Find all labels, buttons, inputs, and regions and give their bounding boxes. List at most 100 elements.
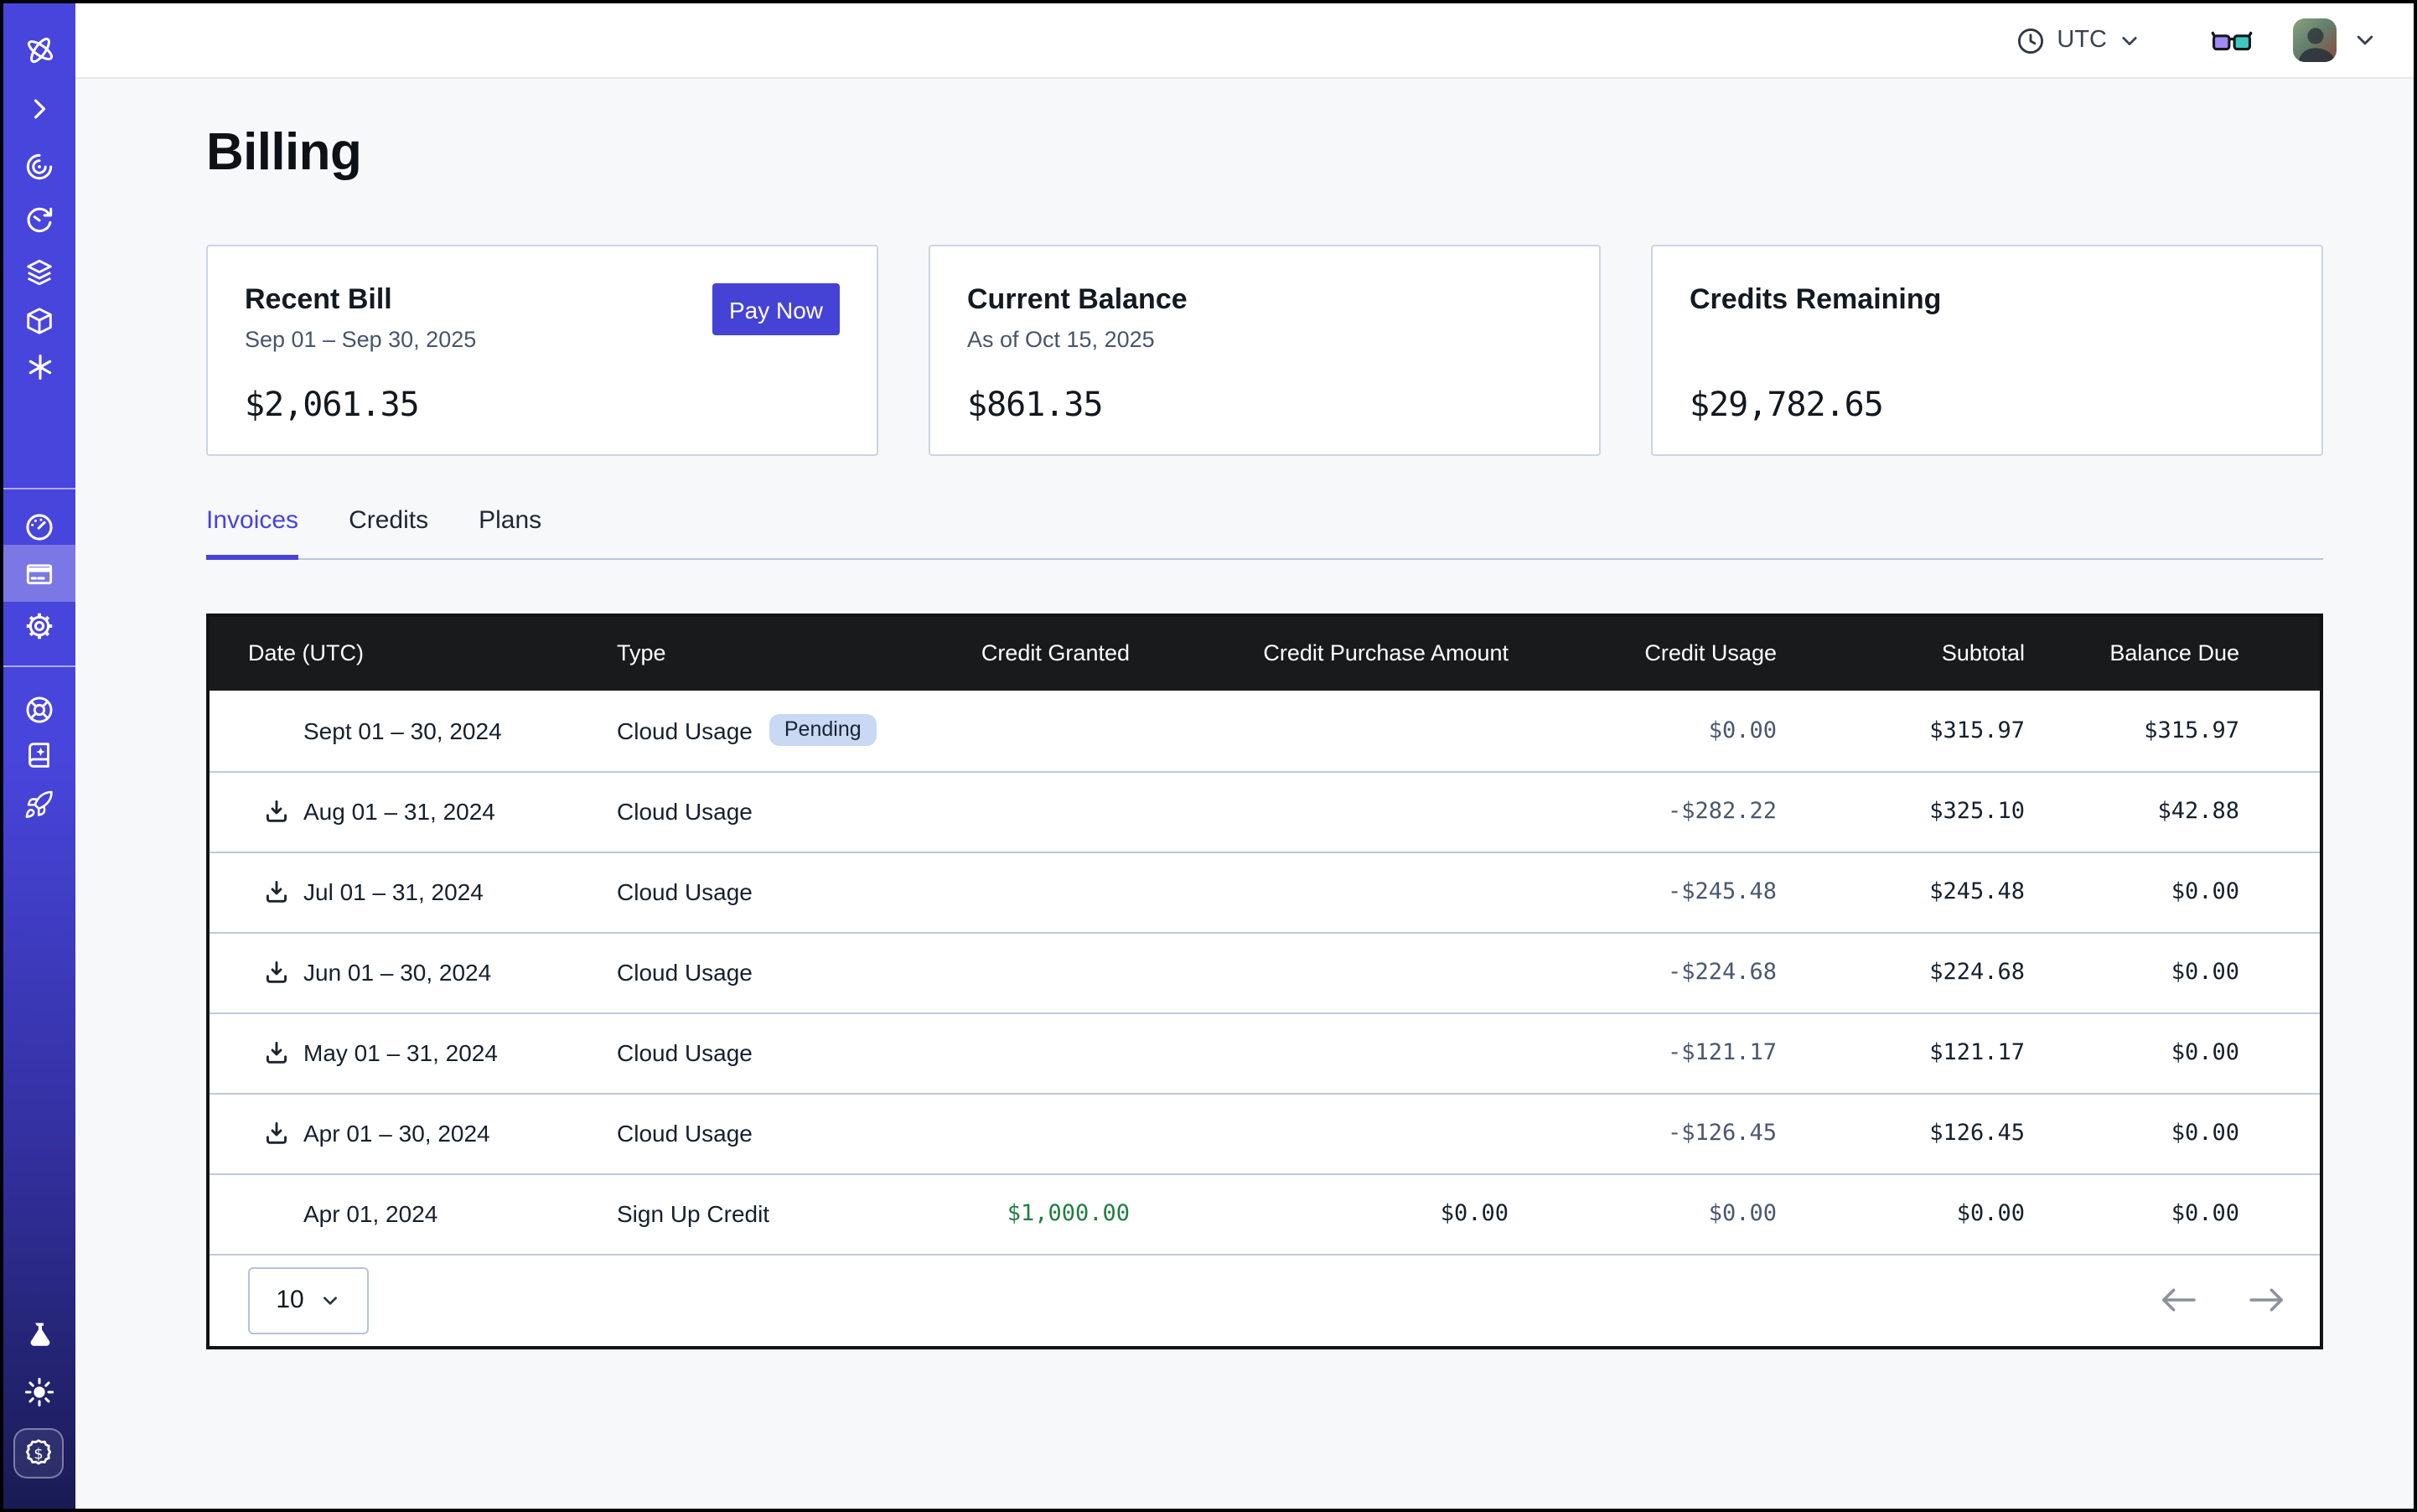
invoice-type-cell: Cloud Usage [617,798,927,825]
invoice-row: Sept 01 – 30, 2024 Cloud UsagePending $0.0… [210,690,2320,770]
credit-usage-value: $0.00 [1509,717,1777,743]
spiral-icon[interactable] [3,137,75,194]
invoice-type: Cloud Usage [617,798,753,825]
card-title: Credits Remaining [1690,283,2285,317]
download-invoice-button[interactable] [248,798,303,825]
topbar: UTC [75,3,2414,79]
subtotal-value: $126.45 [1777,1120,2025,1147]
balance-due-value: $315.97 [2025,717,2320,743]
table-body: Sept 01 – 30, 2024Cloud UsagePending$0.0… [210,690,2320,1253]
billing-card-icon[interactable] [3,545,75,602]
credit-usage-value: -$245.48 [1509,878,1777,905]
column-header: Credit Usage [1509,640,1777,665]
column-header: Subtotal [1777,640,2025,665]
download-invoice-icon[interactable] [262,1120,289,1147]
invoice-type: Cloud Usage [617,1120,753,1147]
download-invoice-button[interactable] [248,1120,303,1147]
stereo-glasses-icon[interactable] [2211,26,2253,54]
pay-now-button[interactable]: Pay Now [712,283,840,335]
dollar-badge-icon[interactable]: $ [13,1428,64,1478]
invoice-date: Jun 01 – 30, 2024 [303,959,491,986]
subtotal-value: $245.48 [1777,878,2025,905]
invoices-table: Date (UTC)TypeCredit GrantedCredit Purch… [206,613,2323,1349]
invoice-date: Sept 01 – 30, 2024 [303,717,502,743]
billing-app-window: $ UTC Billing Recent Bill Sep 01 – Sep [0,0,2417,1512]
download-invoice-button[interactable] [248,1039,303,1066]
chevron-down-icon[interactable] [2353,28,2377,52]
invoice-type-cell: Cloud Usage [617,959,927,986]
balance-due-value: $0.00 [2025,959,2320,986]
column-header: Balance Due [2025,640,2320,665]
chevron-down-icon [2119,29,2140,51]
subtotal-value: $121.17 [1777,1039,2025,1066]
orbit-logo-icon[interactable] [3,22,75,79]
credit-usage-value: -$121.17 [1509,1039,1777,1066]
next-page-button[interactable] [2249,1287,2285,1313]
billing-tabs: Invoices Credits Plans [206,506,2323,559]
user-avatar[interactable] [2293,18,2337,62]
column-header: Type [617,640,927,665]
pending-badge: Pending [769,714,877,747]
credit-usage-value: -$224.68 [1509,959,1777,986]
rocket-icon[interactable] [3,776,75,833]
history-icon[interactable] [3,191,75,248]
tab-invoices[interactable]: Invoices [206,506,298,560]
invoice-type: Cloud Usage [617,959,753,986]
invoice-type-cell: Cloud Usage [617,1039,927,1066]
invoice-date: Aug 01 – 31, 2024 [303,798,495,825]
download-invoice-button[interactable] [248,959,303,986]
invoice-type: Cloud Usage [617,878,753,905]
svg-text:$: $ [34,1445,43,1463]
clock-icon [2016,26,2045,54]
invoice-row: Jul 01 – 31, 2024Cloud Usage -$245.48$245… [210,851,2320,931]
download-invoice-icon[interactable] [262,798,289,825]
column-header: Credit Granted [927,640,1130,665]
asterisk-icon[interactable] [3,339,75,396]
invoice-date: Apr 01 – 30, 2024 [303,1120,490,1147]
invoice-row: Apr 01 – 30, 2024 Cloud Usage -$126.45$126… [210,1092,2320,1173]
invoice-date-cell: Jun 01 – 30, 2024 [210,959,617,986]
credit-usage-value: $0.00 [1509,1200,1777,1227]
balance-due-value: $0.00 [2025,1200,2320,1227]
download-invoice-icon[interactable] [262,878,289,905]
credit-usage-value: -$126.45 [1509,1120,1777,1147]
page-title: Billing [206,122,2323,183]
invoice-date-cell: Jul 01 – 31, 2024 [210,878,617,905]
column-header: Credit Purchase Amount [1130,640,1509,665]
page-content: Billing Recent Bill Sep 01 – Sep 30, 202… [75,79,2414,1509]
invoice-type-cell: Cloud UsagePending [617,714,927,747]
download-invoice-button[interactable] [248,878,303,905]
previous-page-button[interactable] [2161,1287,2196,1313]
invoice-date-cell: Aug 01 – 31, 2024 [210,798,617,825]
credit-purchase-amount-value: $0.00 [1130,1200,1509,1227]
invoice-row: Apr 01, 2024Sign Up Credit$1,000.00$0.00… [210,1173,2320,1253]
credits-remaining-card: Credits Remaining $29,782.65 [1651,245,2323,456]
balance-due-value: $0.00 [2025,878,2320,905]
balance-due-value: $0.00 [2025,1039,2320,1066]
tab-credits[interactable]: Credits [349,506,428,557]
page-size-value: 10 [276,1286,303,1314]
balance-as-of-date: As of Oct 15, 2025 [967,327,1562,352]
sidebar: $ [3,3,75,1509]
gear-icon[interactable] [3,597,75,654]
download-invoice-icon[interactable] [262,959,289,986]
current-balance-amount: $861.35 [967,384,1103,424]
invoice-row: Aug 01 – 31, 2024Cloud Usage-$282.22$325… [210,770,2320,851]
timezone-selector[interactable]: UTC [2016,26,2140,54]
table-header-row: Date (UTC)TypeCredit GrantedCredit Purch… [210,616,2320,690]
invoice-type-cell: Sign Up Credit [617,1200,927,1227]
current-balance-card: Current Balance As of Oct 15, 2025 $861.… [929,245,1601,456]
invoice-date-cell: Apr 01 – 30, 2024 [210,1120,617,1147]
credit-usage-value: -$282.22 [1509,798,1777,825]
page-size-select[interactable]: 10 [248,1266,369,1333]
invoice-type-cell: Cloud Usage [617,878,927,905]
sun-icon[interactable] [3,1363,75,1420]
card-title: Current Balance [967,283,1562,317]
flask-icon[interactable] [3,1306,75,1363]
book-sparkle-icon[interactable] [3,726,75,783]
sidebar-divider [3,665,75,667]
tab-plans[interactable]: Plans [479,506,541,557]
chevron-right-icon[interactable] [3,80,75,137]
download-invoice-icon[interactable] [262,1039,289,1066]
invoice-type: Sign Up Credit [617,1200,769,1227]
